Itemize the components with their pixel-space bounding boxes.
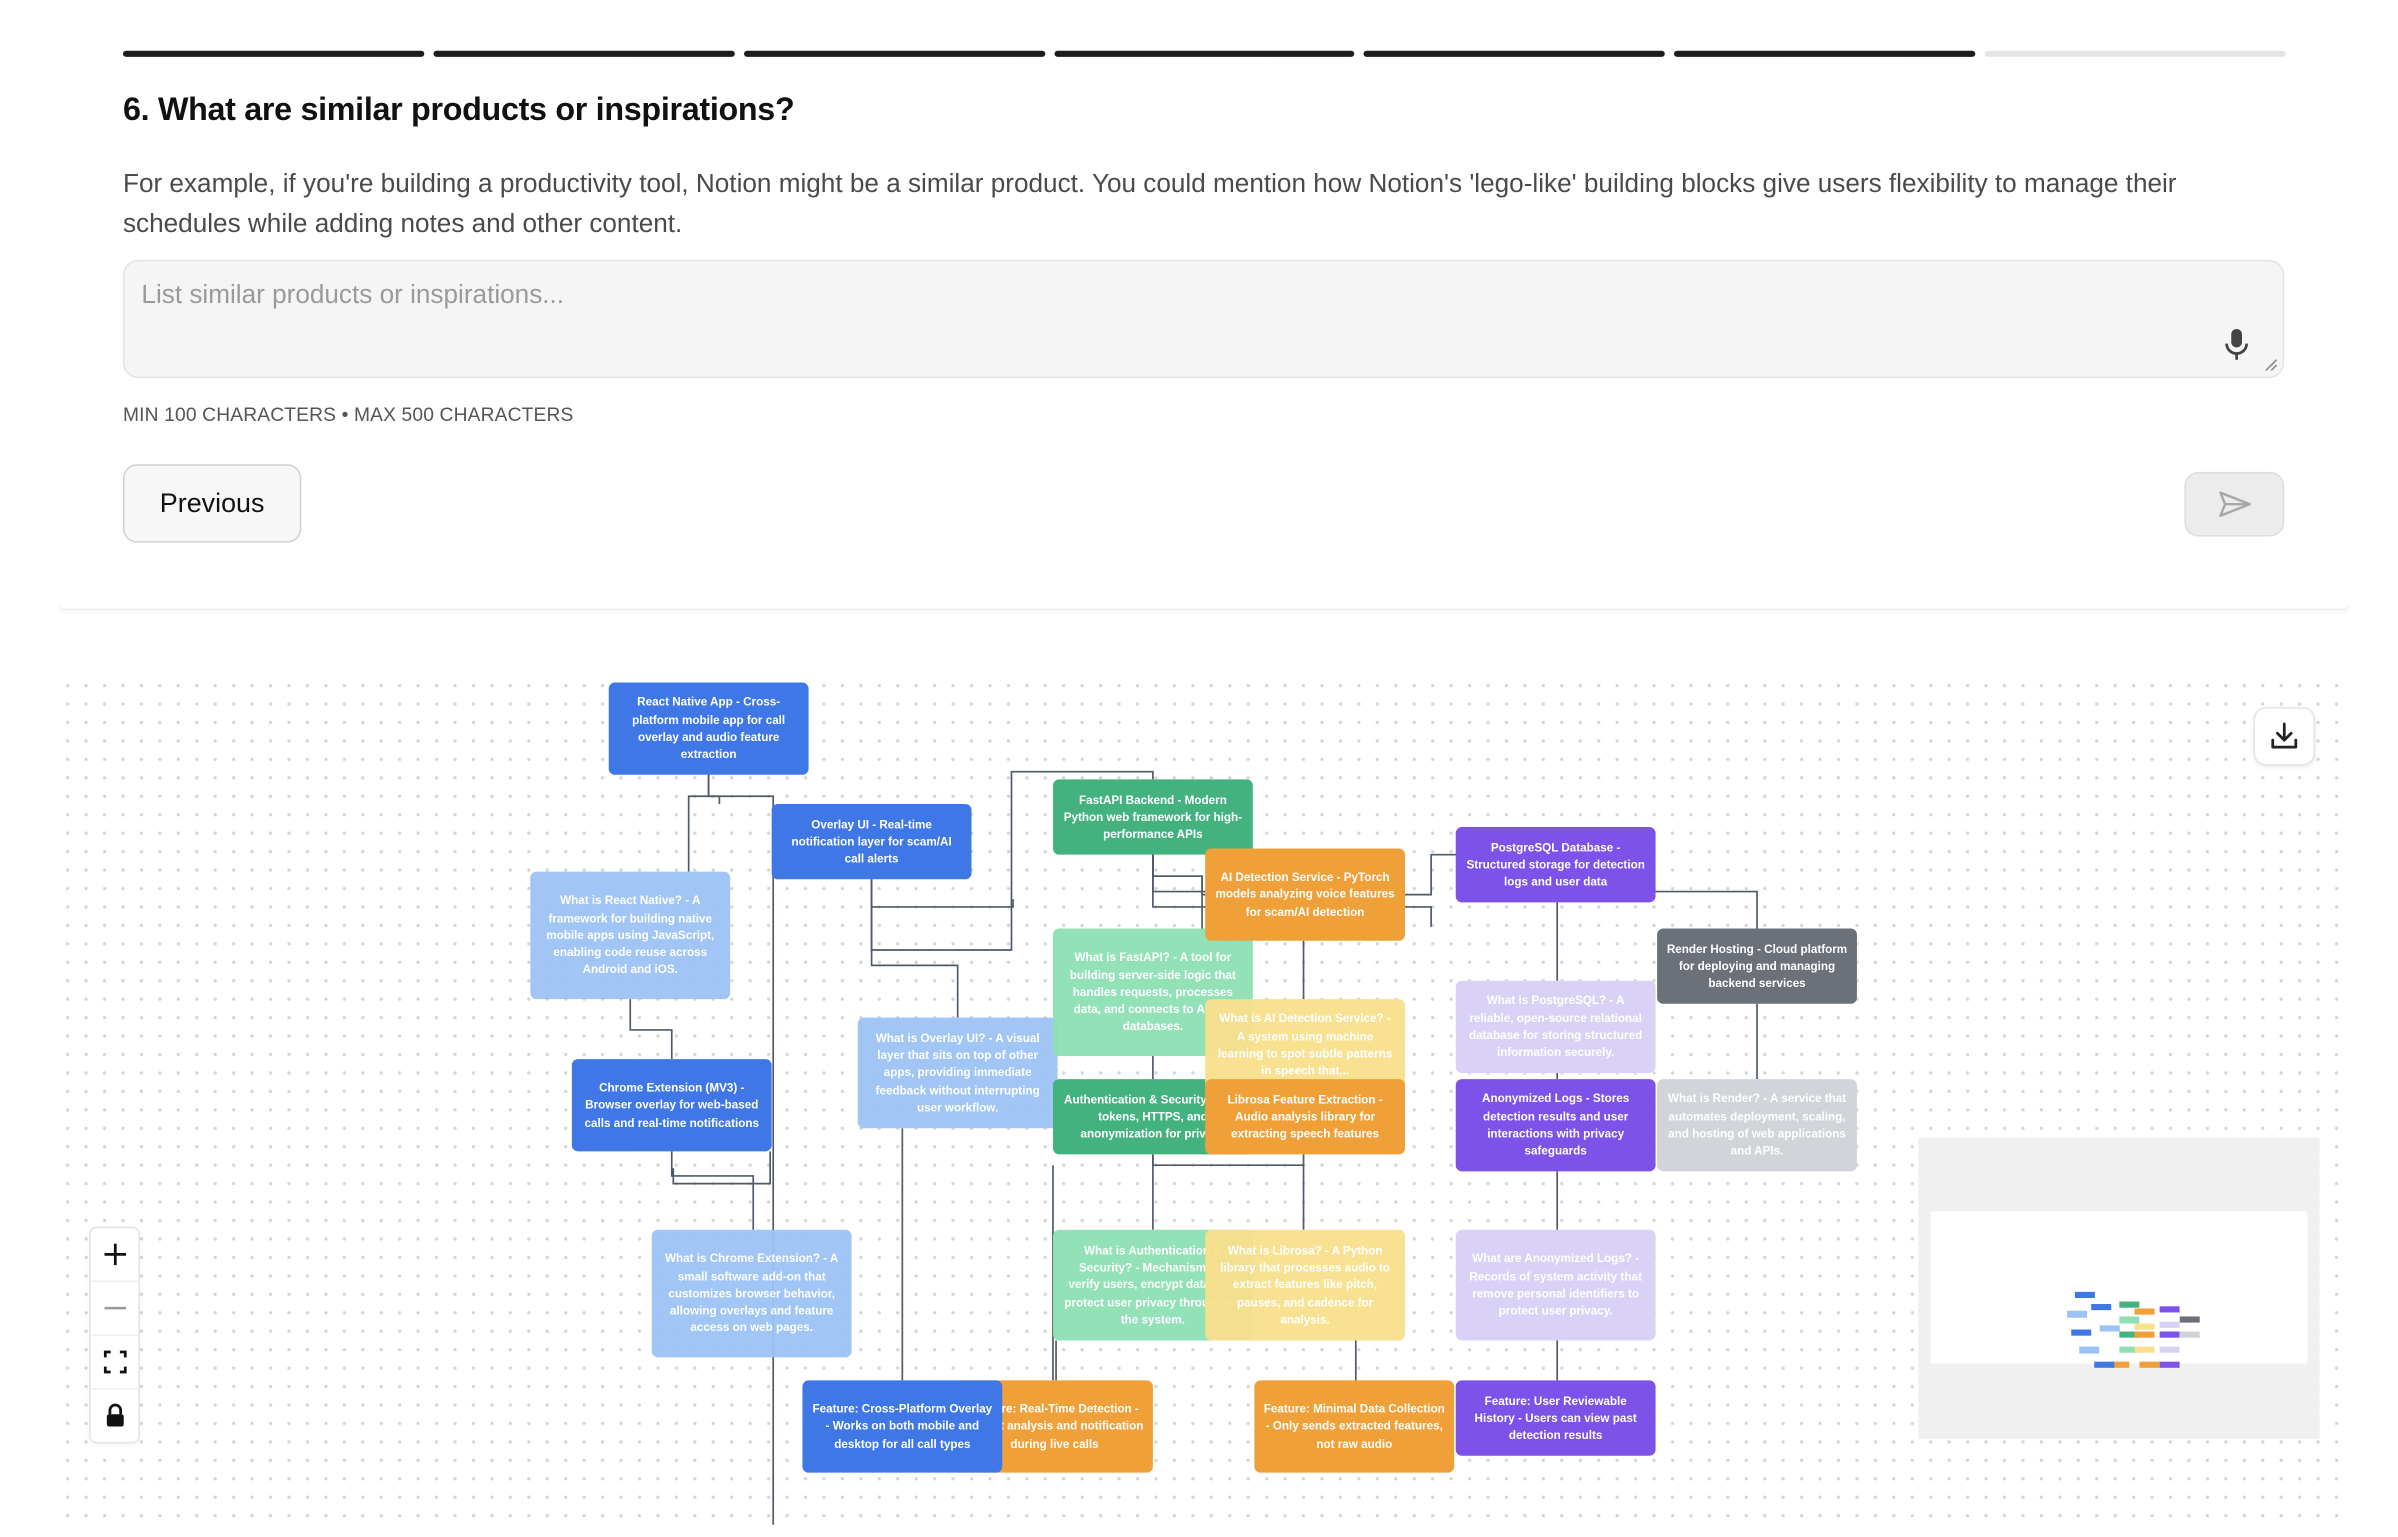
minimap-node [2134,1323,2155,1330]
mindmap-node-what-librosa[interactable]: What is Librosa? - A Python library that… [1205,1229,1406,1341]
mindmap-edge [870,879,1014,908]
mindmap-edge [870,879,959,1018]
mindmap-node-react-native-app[interactable]: React Native App - Cross-platform mobile… [608,682,809,775]
progress-bar [122,50,2286,59]
lock-icon [106,1403,123,1427]
mindmap-node-feat-cross-platform[interactable]: Feature: Cross-Platform Overlay - Works … [802,1380,1003,1473]
question-card-edge [58,603,2349,611]
minimap-node [2134,1308,2155,1315]
mindmap-edge [672,1151,771,1185]
minus-icon [103,1306,126,1310]
minimap-node [2134,1346,2155,1353]
progress-step [122,50,425,57]
mindmap-node-what-overlay[interactable]: What is Overlay UI? - A visual layer tha… [857,1017,1058,1129]
mindmap-node-what-render[interactable]: What is Render? - A service that automat… [1657,1079,1857,1172]
previous-button[interactable]: Previous [122,464,302,543]
mindmap-node-what-postgres[interactable]: What is PostgreSQL? - A reliable, open-s… [1455,980,1656,1073]
mindmap-node-feat-minimal-data[interactable]: Feature: Minimal Data Collection - Only … [1254,1380,1455,1473]
resize-handle-icon[interactable] [2264,358,2278,372]
minimap-node [2159,1331,2180,1338]
progress-step [743,50,1045,57]
progress-step [1674,50,1976,57]
mindmap-node-feat-history[interactable]: Feature: User Reviewable History - Users… [1455,1380,1656,1456]
minimap-node [2079,1346,2100,1354]
mindmap-node-fastapi-backend[interactable]: FastAPI Backend - Modern Python web fram… [1052,779,1253,855]
mindmap-edge [707,774,721,804]
minimap-node [2067,1310,2088,1318]
mindmap-node-what-anon-logs[interactable]: What are Anonymized Logs? - Records of s… [1455,1229,1656,1341]
question-description: For example, if you're building a produc… [122,169,2177,239]
minimap-node [2134,1331,2155,1338]
minimap-node [2179,1331,2200,1338]
minimap-node [2091,1304,2112,1311]
zoom-in-button[interactable] [90,1228,139,1283]
minimap-node [2119,1316,2140,1324]
progress-step [433,50,735,57]
mindmap-edge [670,1151,755,1230]
lock-button[interactable] [91,1390,139,1442]
mindmap-node-what-react-native[interactable]: What is React Native? - A framework for … [530,871,731,1000]
answer-input[interactable] [124,261,2283,377]
minimap-node [2159,1306,2180,1313]
fit-view-icon [103,1350,126,1374]
minimap-node [2071,1329,2092,1336]
progress-step [1364,50,1666,57]
mindmap-node-chrome-extension[interactable]: Chrome Extension (MV3) - Browser overlay… [571,1059,772,1152]
zoom-out-button[interactable] [90,1282,139,1336]
download-button[interactable] [2253,707,2316,766]
mindmap-node-anon-logs[interactable]: Anonymized Logs - Stores detection resul… [1455,1079,1656,1172]
minimap-node [2159,1321,2180,1328]
mindmap-node-what-chrome-ext[interactable]: What is Chrome Extension? - A small soft… [651,1229,852,1358]
mindmap-canvas[interactable]: React Native App - Cross-platform mobile… [58,676,2349,1525]
minimap-node [2074,1291,2095,1299]
minimap-node [2094,1361,2115,1368]
plus-icon [103,1243,126,1266]
minimap-nodes [2067,1291,2200,1368]
mindmap-node-render-hosting[interactable]: Render Hosting - Cloud platform for depl… [1657,928,1857,1004]
mindmap-node-what-ai-detection[interactable]: What is AI Detection Service? - A system… [1205,999,1406,1092]
minimap-node [2099,1325,2120,1332]
send-button[interactable] [2184,471,2285,537]
mindmap-edge [629,999,673,1060]
fit-view-button[interactable] [90,1336,139,1390]
mindmap-edge [687,774,710,872]
minimap-node [2179,1316,2200,1323]
send-icon [2218,491,2251,517]
mindmap-node-overlay-ui[interactable]: Overlay UI - Real-time notification laye… [771,803,972,880]
minimap-node [2159,1361,2180,1368]
minimap-node [2159,1346,2180,1353]
question-title: 6. What are similar products or inspirat… [122,92,795,128]
answer-box [122,259,2285,379]
minimap[interactable] [1918,1137,2320,1439]
zoom-controls [89,1226,140,1444]
download-icon [2271,722,2298,749]
progress-step [1984,50,2286,57]
mindmap-edge [1152,1154,1304,1167]
progress-step [1053,50,1355,57]
mindmap-node-librosa[interactable]: Librosa Feature Extraction - Audio analy… [1205,1079,1406,1155]
mindmap-node-postgres[interactable]: PostgreSQL Database - Structured storage… [1455,827,1656,903]
minimap-node [2139,1361,2160,1368]
minimap-node [2119,1301,2140,1308]
microphone-icon[interactable] [2221,327,2252,361]
character-limits: MIN 100 CHARACTERS • MAX 500 CHARACTERS [122,404,574,426]
mindmap-node-ai-detection[interactable]: AI Detection Service - PyTorch models an… [1205,848,1406,941]
